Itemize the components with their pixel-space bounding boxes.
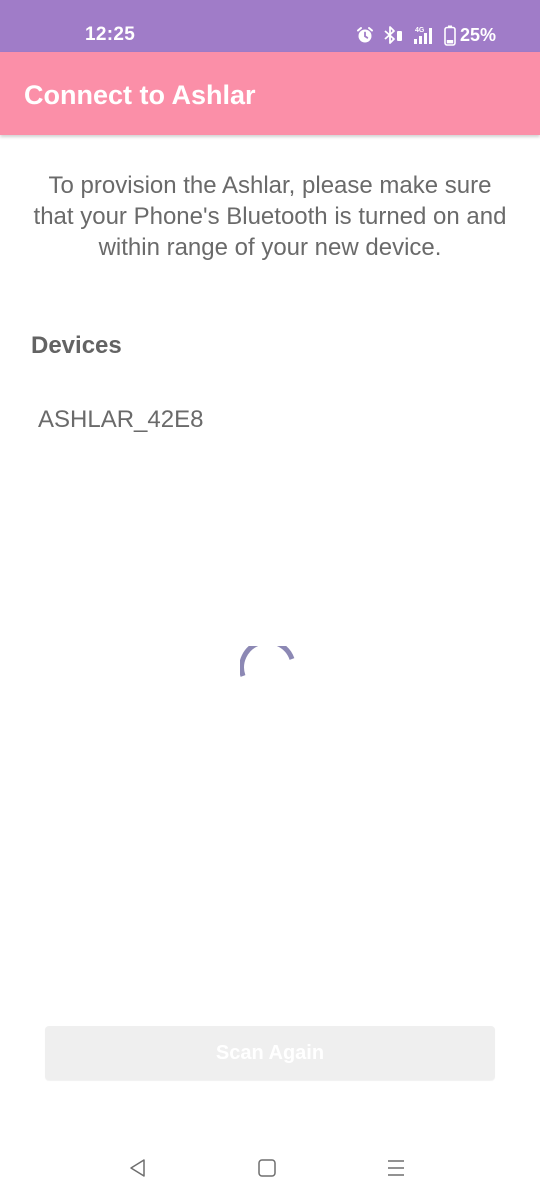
navigation-bar bbox=[0, 1135, 540, 1200]
battery-icon bbox=[444, 25, 456, 46]
status-bar: 12:25 4G 25% bbox=[0, 0, 540, 52]
device-list: ASHLAR_42E8 bbox=[0, 388, 540, 454]
svg-text:4G: 4G bbox=[415, 27, 425, 34]
status-time: 12:25 bbox=[85, 24, 136, 45]
app-bar: Connect to Ashlar bbox=[0, 52, 540, 135]
bluetooth-icon bbox=[382, 25, 404, 45]
scan-again-button[interactable]: Scan Again bbox=[45, 1026, 495, 1080]
recents-icon[interactable] bbox=[383, 1155, 409, 1181]
devices-heading: Devices bbox=[31, 332, 122, 359]
battery-percentage: 25% bbox=[459, 24, 496, 45]
alarm-icon bbox=[356, 26, 374, 44]
home-icon[interactable] bbox=[254, 1155, 280, 1181]
signal-4g-icon: 4G bbox=[412, 25, 436, 45]
status-icons: 4G 25% bbox=[356, 24, 496, 46]
page-title: Connect to Ashlar bbox=[24, 80, 256, 110]
instructions-text: To provision the Ashlar, please make sur… bbox=[33, 172, 507, 261]
connect-screen: 12:25 4G 25% Connect to Ashlar To provis… bbox=[0, 0, 540, 1200]
back-icon[interactable] bbox=[125, 1155, 151, 1181]
device-item[interactable]: ASHLAR_42E8 bbox=[0, 388, 540, 454]
loading-spinner-icon bbox=[239, 639, 296, 702]
